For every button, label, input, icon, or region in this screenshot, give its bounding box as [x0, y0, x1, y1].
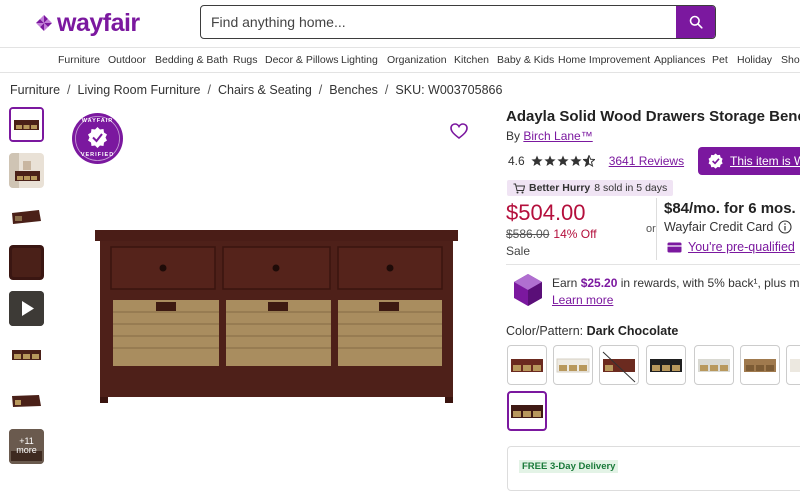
rating-value: 4.6: [508, 154, 525, 168]
main-product-image[interactable]: [68, 107, 488, 437]
star-icon: [570, 155, 582, 167]
discount-label: 14% Off: [553, 227, 596, 241]
rewards-text: Earn $25.20 in rewards, with 5% back¹, p…: [552, 276, 800, 290]
nav-item-organization[interactable]: Organization: [387, 54, 447, 66]
color-pattern-label: Color/Pattern: Dark Chocolate: [506, 324, 678, 338]
monthly-financing: $84/mo. for 6 mos. su: [664, 200, 800, 217]
verified-text: This item is W: [730, 154, 800, 168]
rewards-cube-icon: [512, 273, 544, 307]
star-icon: [557, 155, 569, 167]
prequalified-line[interactable]: You're pre-qualified: [667, 240, 795, 254]
brand-link[interactable]: Birch Lane™: [523, 129, 592, 143]
swatch-6[interactable]: [740, 345, 780, 385]
by-label: By: [506, 129, 520, 143]
breadcrumb-furniture[interactable]: Furniture: [10, 83, 60, 97]
wayfair-logo[interactable]: wayfair: [34, 10, 140, 36]
rating-row: 4.6 3641 Reviews: [508, 154, 684, 168]
nav-item-furniture[interactable]: Furniture: [58, 54, 100, 66]
nav-item-outdoor[interactable]: Outdoor: [108, 54, 146, 66]
original-price-line: $586.00 14% Off: [506, 227, 597, 241]
search-bar: [200, 5, 716, 39]
reviews-link[interactable]: 3641 Reviews: [609, 154, 684, 168]
category-nav: Furniture Outdoor Bedding & Bath Rugs De…: [0, 47, 800, 73]
free-delivery-badge: FREE 3-Day Delivery: [519, 460, 618, 473]
credit-card-label: Wayfair Credit Card: [664, 220, 773, 234]
thumbnail-7[interactable]: [9, 383, 44, 418]
more-label: more: [9, 446, 44, 455]
thumbnail-2[interactable]: [9, 153, 44, 188]
logo-text: wayfair: [57, 10, 140, 36]
thumbnail-video[interactable]: [9, 291, 44, 326]
learn-more-link[interactable]: Learn more: [552, 293, 613, 307]
hurry-badge: Better Hurry 8 sold in 5 days: [507, 180, 673, 196]
nav-item-bedding-bath[interactable]: Bedding & Bath: [155, 54, 228, 66]
swatch-dark-chocolate-selected[interactable]: [507, 391, 547, 431]
swatch-5[interactable]: [694, 345, 734, 385]
monthly-price: $84/mo. for 6 mos.: [664, 200, 796, 217]
badge-top-text: WAYFAIR: [72, 118, 123, 124]
original-price: $586.00: [506, 227, 549, 241]
cart-icon: [513, 183, 525, 194]
nav-item-baby-kids[interactable]: Baby & Kids: [497, 54, 554, 66]
breadcrumb-living-room[interactable]: Living Room Furniture: [78, 83, 201, 97]
credit-card-line: Wayfair Credit Card: [664, 220, 792, 234]
logo-pinwheel-icon: [34, 13, 54, 33]
swatch-2[interactable]: [553, 345, 593, 385]
swatch-7[interactable]: [786, 345, 800, 385]
wayfair-verified-badge: WAYFAIR VERIFIED: [72, 113, 123, 164]
sale-price: $504.00: [506, 200, 586, 226]
thumbnail-4[interactable]: [9, 245, 44, 280]
thumbnail-6[interactable]: [9, 337, 44, 372]
or-label: or: [646, 223, 656, 235]
nav-item-lighting[interactable]: Lighting: [341, 54, 378, 66]
thumbnail-1[interactable]: [9, 107, 44, 142]
nav-item-decor-pillows[interactable]: Decor & Pillows: [265, 54, 339, 66]
search-input[interactable]: [201, 6, 676, 38]
nav-item-home-improvement[interactable]: Home Improvement: [558, 54, 650, 66]
swatch-4[interactable]: [646, 345, 686, 385]
half-star-icon: [583, 155, 595, 167]
play-icon: [9, 291, 44, 326]
info-icon[interactable]: [778, 220, 792, 234]
swatch-1[interactable]: [507, 345, 547, 385]
color-value: Dark Chocolate: [587, 324, 679, 338]
hurry-detail: 8 sold in 5 days: [594, 182, 667, 194]
rewards-amount: $25.20: [581, 276, 618, 290]
badge-bottom-text: VERIFIED: [72, 152, 123, 158]
search-icon: [689, 15, 703, 29]
nav-item-pet[interactable]: Pet: [712, 54, 728, 66]
thumbnail-more[interactable]: +11 more: [9, 429, 44, 464]
nav-item-holiday[interactable]: Holiday: [737, 54, 772, 66]
color-label: Color/Pattern:: [506, 324, 583, 338]
prequalified-link[interactable]: You're pre-qualified: [688, 240, 795, 254]
search-button[interactable]: [676, 6, 715, 38]
sale-label: Sale: [506, 244, 530, 258]
verified-check-icon: [708, 153, 724, 169]
verified-banner[interactable]: This item is W: [698, 147, 800, 175]
divider: [656, 198, 657, 260]
rewards-prefix: Earn: [552, 276, 577, 290]
thumbnail-3[interactable]: [9, 199, 44, 234]
breadcrumb-chairs-seating[interactable]: Chairs & Seating: [218, 83, 312, 97]
breadcrumb: Furniture/Living Room Furniture/Chairs &…: [10, 83, 502, 97]
sku-label: SKU: W003705866: [395, 83, 502, 97]
star-rating: [531, 155, 595, 167]
product-title: Adayla Solid Wood Drawers Storage Bench: [506, 108, 800, 125]
brand-line: By Birch Lane™: [506, 129, 593, 143]
divider-line: [506, 264, 800, 265]
nav-item-kitchen[interactable]: Kitchen: [454, 54, 489, 66]
nav-item-rugs[interactable]: Rugs: [233, 54, 258, 66]
nav-item-shop[interactable]: Shop: [781, 54, 800, 66]
site-header: wayfair: [0, 0, 800, 46]
swatch-3[interactable]: [599, 345, 639, 385]
star-icon: [531, 155, 543, 167]
rewards-suffix: in rewards, with 5% back¹, plus more: [621, 276, 800, 290]
star-icon: [544, 155, 556, 167]
nav-item-appliances[interactable]: Appliances: [654, 54, 705, 66]
credit-card-icon: [667, 242, 682, 253]
hurry-label: Better Hurry: [529, 182, 590, 194]
heart-icon[interactable]: [450, 123, 468, 139]
breadcrumb-benches[interactable]: Benches: [329, 83, 378, 97]
